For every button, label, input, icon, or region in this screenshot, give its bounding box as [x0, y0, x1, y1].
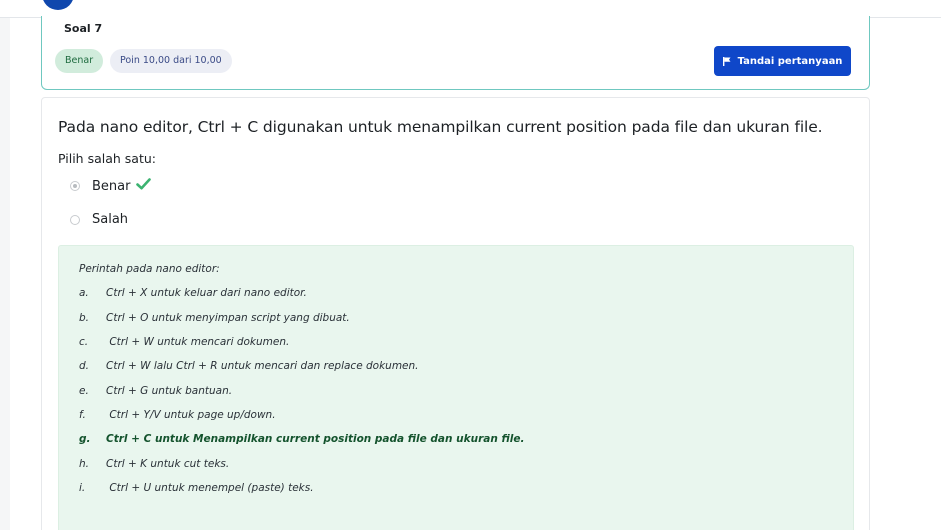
feedback-item-text: Ctrl + G untuk bantuan. — [106, 385, 233, 397]
radio-salah[interactable] — [70, 214, 80, 225]
feedback-item: c. Ctrl + W untuk mencari dokumen. — [79, 336, 289, 348]
flag-question-label: Tandai pertanyaan — [737, 55, 843, 67]
answer-prompt: Pilih salah satu: — [58, 151, 156, 166]
feedback-item-text: Ctrl + W lalu Ctrl + R untuk mencari dan… — [106, 360, 419, 372]
feedback-item-letter: a. — [79, 287, 89, 299]
general-feedback: Perintah pada nano editor: a. Ctrl + X u… — [58, 245, 854, 530]
question-info-card: Soal 7 Benar Poin 10,00 dari 10,00 Tanda… — [41, 16, 870, 90]
feedback-item-text: Ctrl + W untuk mencari dokumen. — [106, 336, 290, 348]
question-text: Pada nano editor, Ctrl + C digunakan unt… — [58, 118, 823, 136]
feedback-item-letter: c. — [79, 336, 89, 348]
feedback-item-letter: g. — [79, 433, 91, 445]
flag-icon — [722, 56, 731, 66]
feedback-item: d. Ctrl + W lalu Ctrl + R untuk mencari … — [79, 360, 419, 372]
feedback-item-text: Ctrl + O untuk menyimpan script yang dib… — [106, 312, 350, 324]
question-number: Soal 7 — [64, 22, 103, 35]
feedback-item: i. Ctrl + U untuk menempel (paste) teks. — [79, 482, 314, 494]
feedback-item-text: Ctrl + X untuk keluar dari nano editor. — [106, 287, 307, 299]
feedback-item-text: Ctrl + Y/V untuk page up/down. — [106, 409, 276, 421]
flag-question-button[interactable]: Tandai pertanyaan — [714, 46, 851, 76]
option-salah[interactable]: Salah — [70, 212, 128, 227]
feedback-item: f. Ctrl + Y/V untuk page up/down. — [79, 409, 276, 421]
feedback-item-highlighted: g. Ctrl + C untuk Menampilkan current po… — [79, 433, 524, 445]
feedback-item-text: Ctrl + U untuk menempel (paste) teks. — [106, 482, 314, 494]
feedback-item-letter: d. — [79, 360, 90, 372]
feedback-item: e. Ctrl + G untuk bantuan. — [79, 385, 232, 397]
left-gutter — [0, 18, 10, 530]
question-card: Pada nano editor, Ctrl + C digunakan unt… — [41, 97, 870, 530]
feedback-item-letter: e. — [79, 385, 89, 397]
points-badge: Poin 10,00 dari 10,00 — [110, 49, 232, 73]
feedback-heading: Perintah pada nano editor: — [79, 263, 220, 275]
feedback-item-letter: f. — [79, 409, 86, 421]
radio-benar[interactable] — [70, 181, 80, 191]
feedback-item-text: Ctrl + C untuk Menampilkan current posit… — [106, 433, 525, 445]
feedback-item: b. Ctrl + O untuk menyimpan script yang … — [79, 312, 350, 324]
correct-check-icon — [136, 178, 152, 194]
option-benar-label: Benar — [92, 178, 131, 194]
feedback-item-letter: h. — [79, 458, 89, 470]
feedback-item-text: Ctrl + K untuk cut teks. — [106, 458, 230, 470]
feedback-item-letter: i. — [79, 482, 86, 494]
feedback-item-letter: b. — [79, 312, 90, 324]
feedback-item: h. Ctrl + K untuk cut teks. — [79, 458, 229, 470]
option-benar[interactable]: Benar — [70, 178, 152, 194]
state-badge: Benar — [55, 49, 104, 73]
feedback-item: a. Ctrl + X untuk keluar dari nano edito… — [79, 287, 307, 299]
option-salah-label: Salah — [92, 212, 129, 227]
